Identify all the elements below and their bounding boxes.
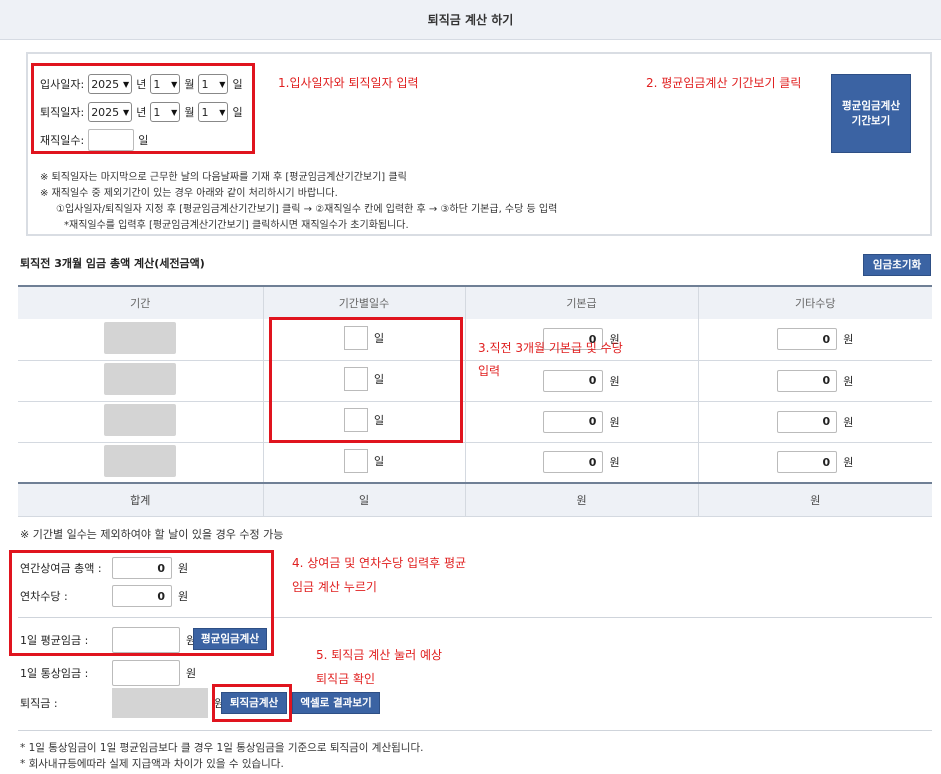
annotation-4-line2: 임금 계산 누르기 (292, 580, 377, 594)
footer-note-1: * 1일 통상임금이 1일 평균임금보다 클 경우 1일 통상임금을 기준으로 … (20, 742, 424, 754)
base-pay-input[interactable]: 0 (543, 410, 604, 433)
footer-note-2: * 회사내규등에따라 실제 지급액과 차이가 있을 수 있습니다. (20, 758, 284, 770)
table-row: 일 0원 0원 (18, 360, 932, 402)
page-title: 퇴직금 계산 하기 (0, 0, 941, 40)
note-3: ①입사일자/퇴직일자 지정 후 [평균임금계산기간보기] 클릭 → ②재직일수 … (56, 204, 558, 215)
other-allowance-input[interactable]: 0 (777, 328, 838, 351)
table-row: 일 0원 0원 (18, 401, 932, 443)
table-row: 일 0원 0원 (18, 319, 932, 361)
ordinary-wage-input[interactable] (112, 660, 180, 686)
period-view-button[interactable]: 평균임금계산 기간보기 (831, 74, 911, 153)
period-view-button-line2: 기간보기 (851, 114, 891, 127)
base-pay-input[interactable]: 0 (543, 451, 604, 474)
annotation-box-4 (9, 550, 274, 656)
severance-label: 퇴직금 : (20, 697, 58, 710)
base-pay-input[interactable]: 0 (543, 369, 604, 392)
won-unit: 원 (609, 374, 620, 388)
total-row: 합계 일 원 원 (18, 482, 932, 517)
table-note: ※ 기간별 일수는 제외하여야 할 날이 있을 경우 수정 가능 (20, 528, 284, 541)
annotation-box-1 (31, 63, 255, 154)
annotation-box-3 (269, 317, 463, 443)
won-unit: 원 (843, 415, 854, 429)
annotation-3-line2: 입력 (478, 364, 501, 378)
section-title: 퇴직전 3개월 임금 총액 계산(세전금액) (20, 257, 205, 270)
won-unit: 원 (186, 667, 197, 680)
divider (18, 730, 932, 731)
period-view-button-line1: 평균임금계산 (842, 99, 900, 112)
annotation-4-line1: 4. 상여금 및 연차수당 입력후 평균 (292, 556, 467, 570)
other-allowance-input[interactable]: 0 (777, 369, 838, 392)
total-base-pay: 원 (465, 482, 699, 517)
table-row: 일 0원 0원 (18, 442, 932, 484)
annotation-3-line1: 3.직전 3개월 기본급 및 수당 (478, 341, 623, 355)
period-placeholder (104, 404, 177, 436)
total-days: 일 (263, 482, 466, 517)
days-input[interactable] (343, 448, 368, 473)
won-unit: 원 (843, 374, 854, 388)
other-allowance-input[interactable]: 0 (777, 410, 838, 433)
won-unit: 원 (843, 456, 854, 470)
total-label: 합계 (18, 482, 264, 517)
note-1: ※ 퇴직일자는 마지막으로 근무한 날의 다음날짜를 기재 후 [평균임금계산기… (40, 172, 407, 183)
reset-wage-button[interactable]: 임금초기화 (863, 254, 931, 276)
table-header-row: 기간 기간별일수 기본급 기타수당 (18, 285, 932, 319)
annotation-5-line2: 퇴직금 확인 (316, 672, 376, 686)
severance-row: 퇴직금 : 원 (20, 688, 224, 718)
won-unit: 원 (609, 456, 620, 470)
won-unit: 원 (609, 415, 620, 429)
header-base-pay: 기본급 (465, 285, 699, 319)
period-placeholder (104, 321, 177, 354)
header-days: 기간별일수 (263, 285, 466, 319)
ordinary-wage-row: 1일 통상임금 : 원 (20, 660, 196, 686)
period-placeholder (104, 444, 177, 477)
wage-table: 기간 기간별일수 기본급 기타수당 일 0원 0원 일 0원 0원 일 0원 0… (18, 285, 932, 517)
note-2: ※ 재직일수 중 제외기간이 있는 경우 아래와 같이 처리하시기 바랍니다. (40, 188, 338, 199)
note-4: *재직일수를 입력후 [평균임금계산기간보기] 클릭하시면 재직일수가 초기화됩… (64, 220, 409, 231)
ordinary-wage-label: 1일 통상임금 : (20, 667, 89, 680)
excel-result-button[interactable]: 엑셀로 결과보기 (292, 692, 380, 714)
annotation-box-5 (212, 684, 292, 722)
other-allowance-input[interactable]: 0 (777, 451, 838, 474)
annotation-2: 2. 평균임금계산 기간보기 클릭 (646, 76, 802, 90)
annotation-1: 1.입사일자와 퇴직일자 입력 (278, 76, 419, 90)
won-unit: 원 (843, 333, 854, 347)
period-placeholder (104, 363, 177, 395)
days-unit: 일 (373, 454, 385, 468)
annotation-5-line1: 5. 퇴직금 계산 눌러 예상 (316, 648, 443, 662)
total-other-allowance: 원 (698, 482, 932, 517)
header-period: 기간 (18, 285, 264, 319)
header-other-allowance: 기타수당 (698, 285, 932, 319)
severance-output (112, 688, 208, 718)
